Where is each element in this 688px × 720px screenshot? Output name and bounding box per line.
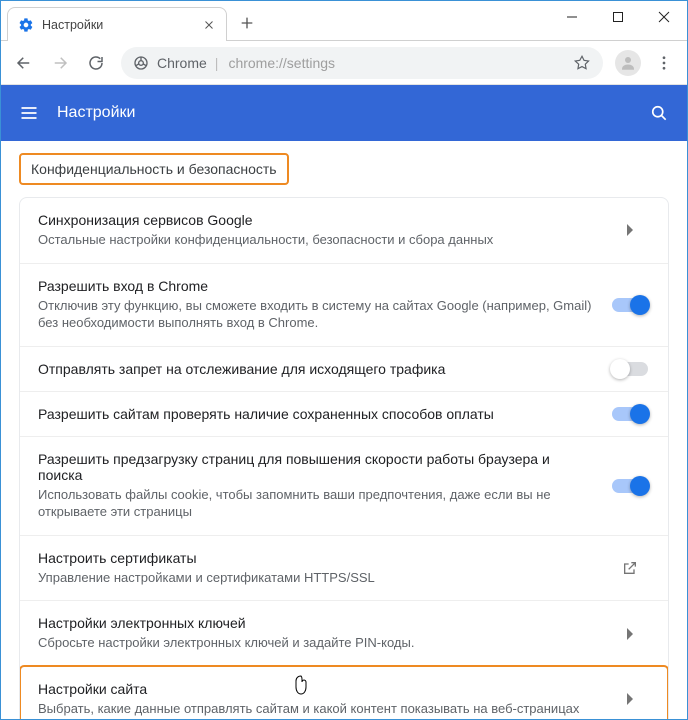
row-site-settings[interactable]: Настройки сайта Выбрать, какие данные от… — [20, 666, 668, 719]
toggle-payment-check[interactable] — [610, 407, 650, 421]
content-area: Конфиденциальность и безопасность Синхро… — [1, 141, 687, 719]
row-preload: Разрешить предзагрузку страниц для повыш… — [20, 436, 668, 535]
row-title: Синхронизация сервисов Google — [38, 212, 596, 228]
omnibox-separator: | — [215, 55, 219, 71]
chevron-right-icon — [610, 628, 650, 640]
row-subtitle: Использовать файлы cookie, чтобы запомни… — [38, 486, 596, 521]
toggle-switch — [612, 362, 648, 376]
titlebar: Настройки — [1, 1, 687, 41]
app-bar: Настройки — [1, 85, 687, 141]
toggle-do-not-track[interactable] — [610, 362, 650, 376]
row-do-not-track: Отправлять запрет на отслеживание для ис… — [20, 346, 668, 391]
tab-title: Настройки — [42, 18, 194, 32]
forward-button[interactable] — [43, 46, 77, 80]
row-subtitle: Выбрать, какие данные отправлять сайтам … — [38, 700, 596, 718]
section-header: Конфиденциальность и безопасность — [19, 153, 289, 185]
row-sync[interactable]: Синхронизация сервисов Google Остальные … — [20, 198, 668, 263]
external-link-icon — [610, 560, 650, 576]
scroll-area[interactable]: Конфиденциальность и безопасность Синхро… — [1, 141, 687, 719]
close-window-button[interactable] — [641, 1, 687, 33]
chrome-icon — [133, 55, 149, 71]
row-title: Настройки сайта — [38, 681, 596, 697]
back-button[interactable] — [7, 46, 41, 80]
minimize-button[interactable] — [549, 1, 595, 33]
settings-card: Синхронизация сервисов Google Остальные … — [19, 197, 669, 719]
row-subtitle: Сбросьте настройки электронных ключей и … — [38, 634, 596, 652]
hamburger-menu-button[interactable] — [15, 99, 43, 127]
maximize-button[interactable] — [595, 1, 641, 33]
site-info-chip[interactable]: Chrome | — [133, 55, 218, 71]
window-controls — [549, 1, 687, 33]
row-certificates[interactable]: Настроить сертификаты Управление настрой… — [20, 535, 668, 601]
browser-tab[interactable]: Настройки — [7, 7, 227, 41]
chevron-right-icon — [610, 693, 650, 705]
row-title: Разрешить вход в Chrome — [38, 278, 596, 294]
row-chrome-signin: Разрешить вход в Chrome Отключив эту фун… — [20, 263, 668, 346]
row-title: Настроить сертификаты — [38, 550, 596, 566]
row-payment-check: Разрешить сайтам проверять наличие сохра… — [20, 391, 668, 436]
row-title: Отправлять запрет на отслеживание для ис… — [38, 361, 596, 377]
row-title: Разрешить предзагрузку страниц для повыш… — [38, 451, 596, 483]
toggle-switch — [612, 407, 648, 421]
tab-close-button[interactable] — [202, 18, 216, 32]
toolbar: Chrome | chrome://settings — [1, 41, 687, 85]
bookmark-star-icon[interactable] — [573, 54, 591, 72]
toggle-chrome-signin[interactable] — [610, 298, 650, 312]
toggle-switch — [612, 298, 648, 312]
toggle-switch — [612, 479, 648, 493]
reload-button[interactable] — [79, 46, 113, 80]
chevron-right-icon — [610, 224, 650, 236]
new-tab-button[interactable] — [233, 9, 261, 37]
row-title: Настройки электронных ключей — [38, 615, 596, 631]
omnibox-chip-label: Chrome — [157, 55, 207, 71]
row-security-keys[interactable]: Настройки электронных ключей Сбросьте на… — [20, 600, 668, 666]
search-button[interactable] — [645, 99, 673, 127]
toggle-preload[interactable] — [610, 479, 650, 493]
browser-window: Настройки Chrome | — [0, 0, 688, 720]
app-title: Настройки — [57, 104, 645, 122]
kebab-menu-button[interactable] — [647, 46, 681, 80]
row-subtitle: Управление настройками и сертификатами H… — [38, 569, 596, 587]
row-subtitle: Отключив эту функцию, вы сможете входить… — [38, 297, 596, 332]
profile-avatar[interactable] — [615, 50, 641, 76]
row-subtitle: Остальные настройки конфиденциальности, … — [38, 231, 596, 249]
omnibox[interactable]: Chrome | chrome://settings — [121, 47, 603, 79]
gear-icon — [18, 17, 34, 33]
row-title: Разрешить сайтам проверять наличие сохра… — [38, 406, 596, 422]
omnibox-url: chrome://settings — [228, 55, 563, 71]
